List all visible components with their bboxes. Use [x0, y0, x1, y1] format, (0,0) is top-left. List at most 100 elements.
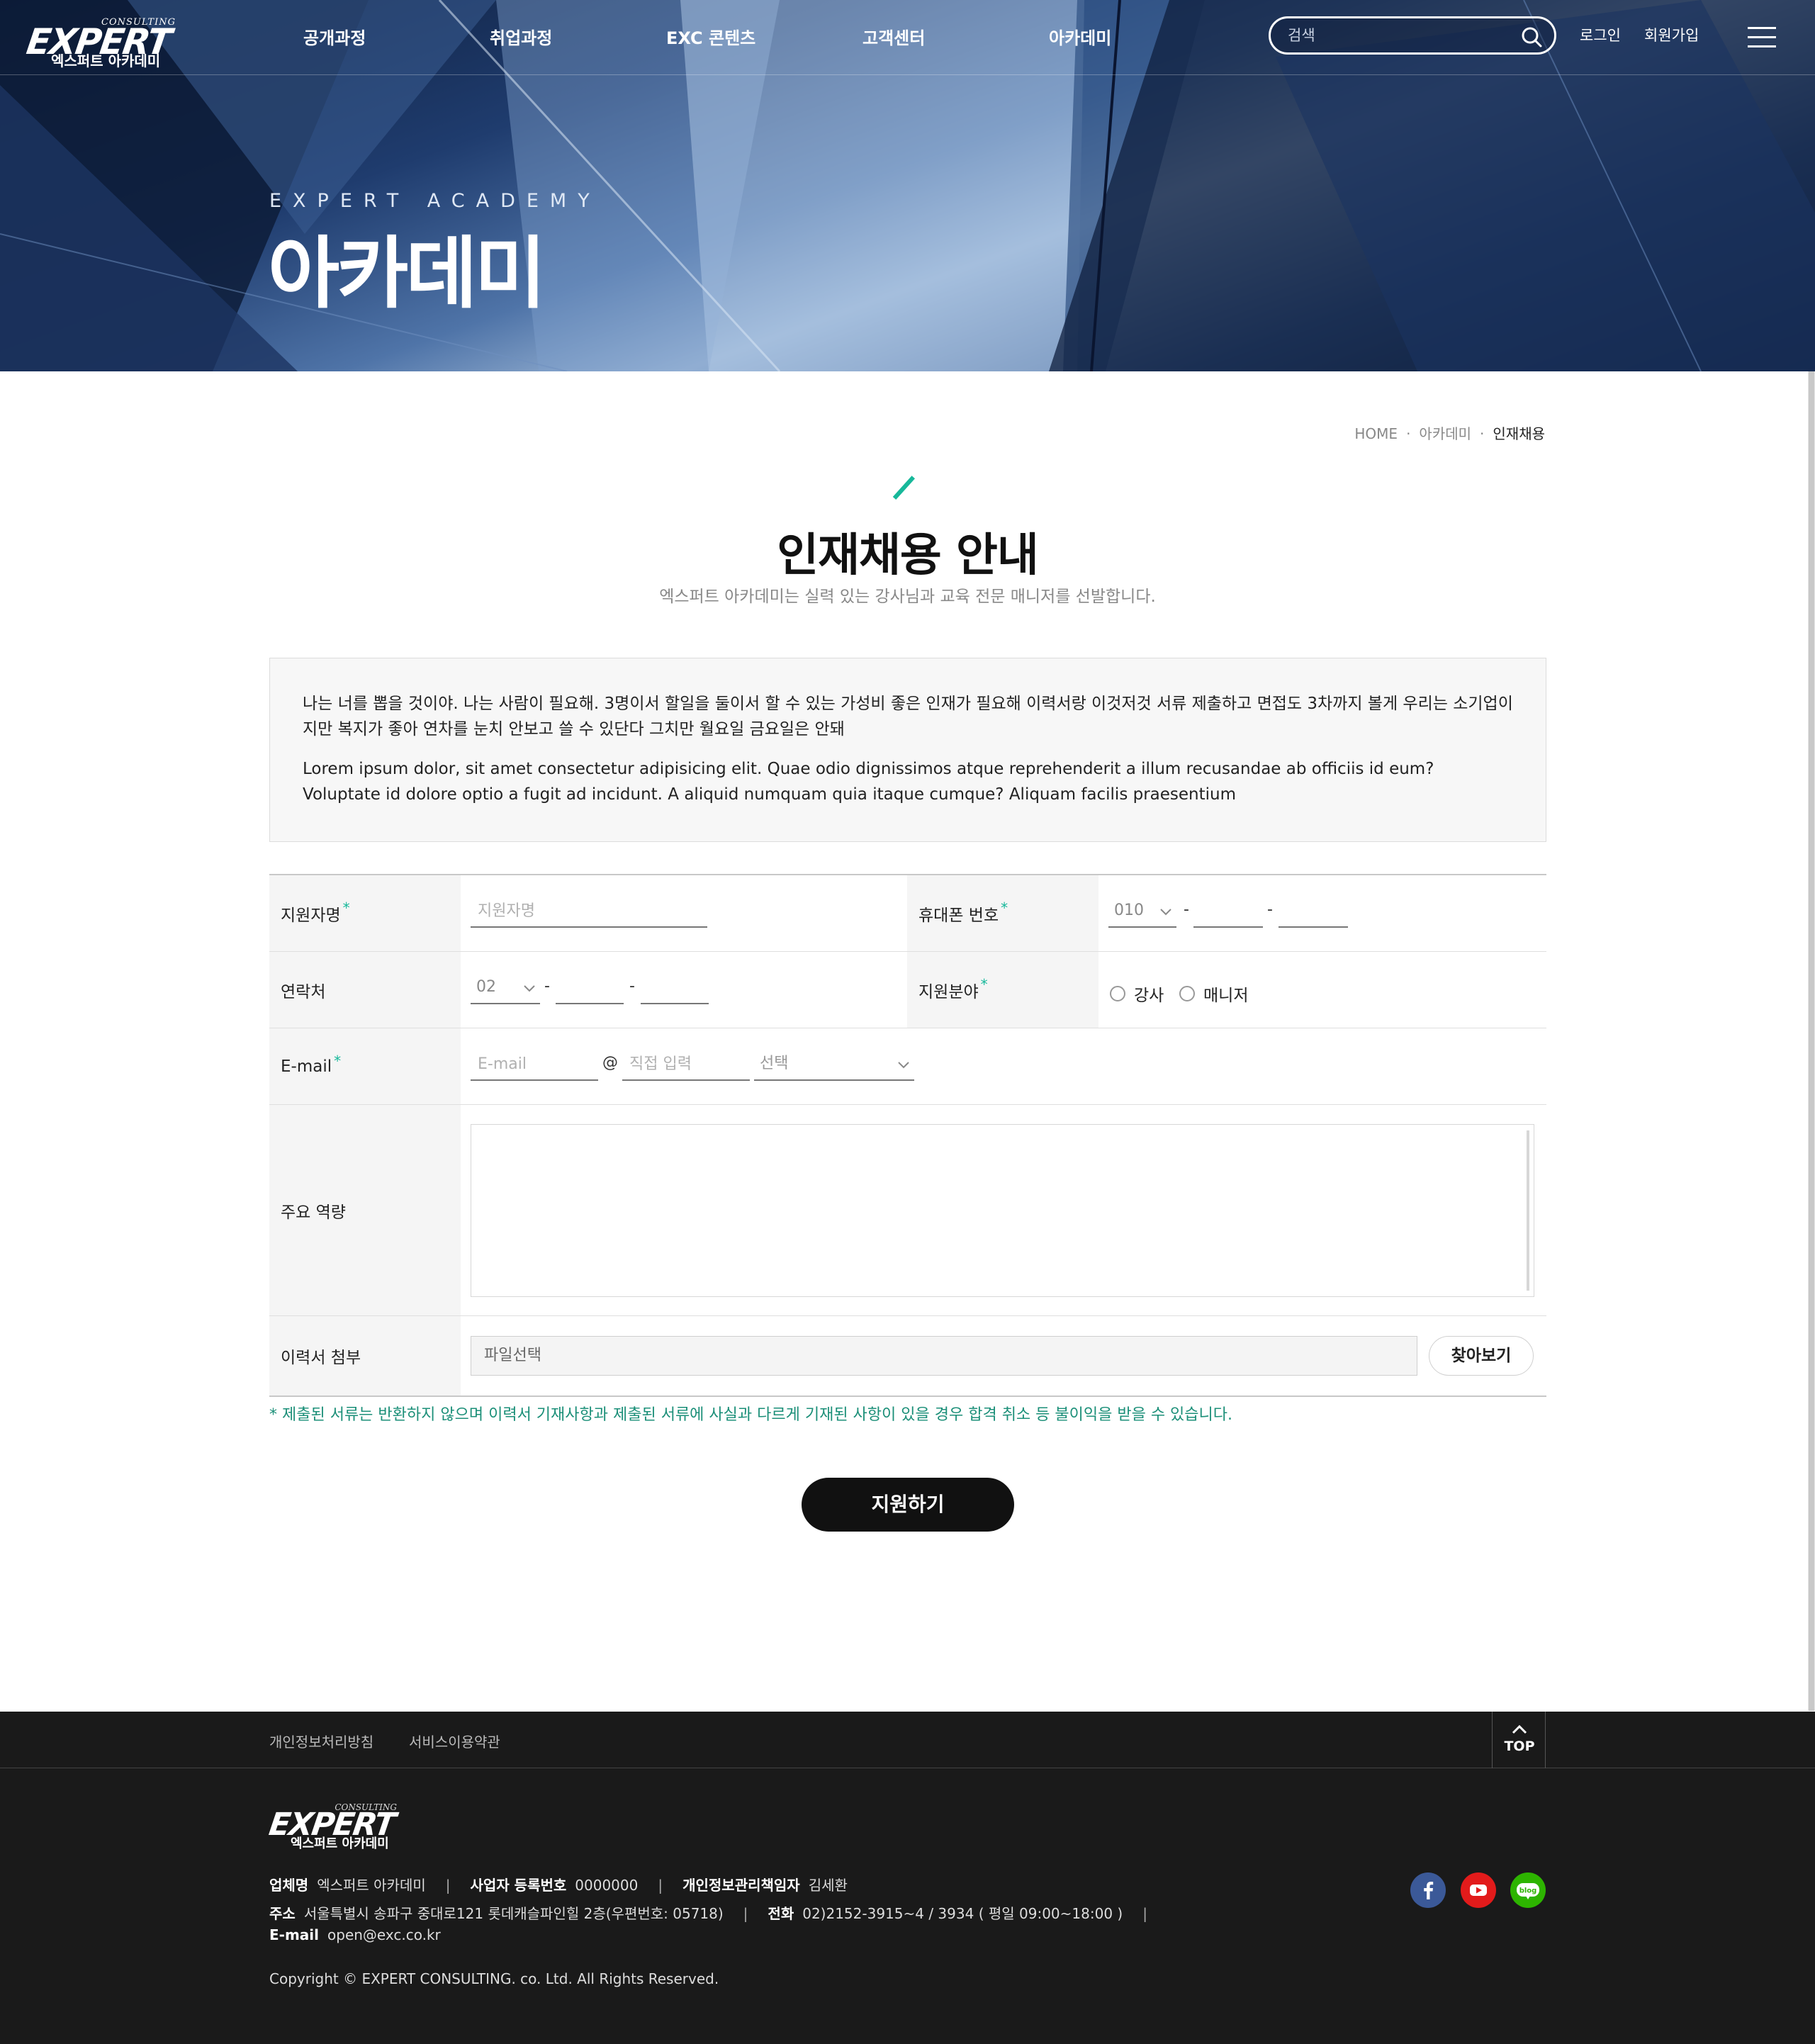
contact-label: 연락처: [269, 952, 461, 1028]
page-title: 인재채용 안내: [777, 529, 1039, 582]
skills-label: 주요 역량: [269, 1105, 461, 1315]
phone-prefix-select[interactable]: 010: [1108, 897, 1176, 928]
form-row-email: E-mail* @ 선택: [269, 1028, 1546, 1105]
title-accent-mark: [892, 476, 915, 500]
form-row-resume: 이력서 첨부 파일선택 찾아보기: [269, 1316, 1546, 1396]
phone-prefix-value: 010: [1114, 902, 1144, 919]
footer-links-bar: 개인정보처리방침 서비스이용약관 TOP: [0, 1712, 1815, 1768]
chevron-down-icon: [898, 1062, 909, 1069]
login-link[interactable]: 로그인: [1580, 24, 1621, 45]
footer-logo-korean: 엑스퍼트 아카데미: [291, 1836, 389, 1851]
name-field: [471, 897, 707, 928]
email-label-text: E-mail: [281, 1057, 332, 1076]
nav-customer-center[interactable]: 고객센터: [862, 24, 925, 49]
intro-paragraph-lorem: Lorem ipsum dolor, sit amet consectetur …: [303, 760, 1434, 804]
form-notice: * 제출된 서류는 반환하지 않으며 이력서 기재사항과 제출된 서류에 사실과…: [269, 1406, 1233, 1424]
hero-title: 아카데미: [268, 228, 546, 319]
skills-label-text: 주요 역량: [281, 1203, 346, 1222]
facebook-icon[interactable]: [1410, 1872, 1446, 1908]
email-id-input[interactable]: [471, 1050, 598, 1078]
required-mark: *: [1001, 899, 1008, 916]
chevron-down-icon: [524, 985, 535, 992]
breadcrumb-academy[interactable]: 아카데미: [1419, 425, 1471, 442]
radio-instructor[interactable]: 강사: [1110, 982, 1164, 1006]
page-root: CONSULTING EXPERT 엑스퍼트 아카데미 공개과정 취업과정 EX…: [0, 0, 1815, 2044]
phone-label: 휴대폰 번호 *: [907, 875, 1098, 951]
copyright: Copyright © EXPERT CONSULTING. co. Ltd. …: [269, 1970, 719, 1987]
phone-middle-input[interactable]: [1193, 897, 1263, 925]
privacy-officer-label: 개인정보관리책임자: [682, 1877, 800, 1894]
nav-job-course[interactable]: 취업과정: [490, 24, 552, 49]
phone-info-label: 전화: [768, 1905, 794, 1922]
email-domain-field: [622, 1050, 750, 1081]
email-domain-select[interactable]: 선택: [754, 1050, 914, 1081]
required-mark: *: [334, 1052, 342, 1069]
phone-info-value: 02)2152-3915~4 / 3934 ( 평일 09:00~18:00 ): [802, 1905, 1123, 1922]
signup-link[interactable]: 회원가입: [1644, 24, 1699, 45]
nav-exc-contents[interactable]: EXC 콘텐츠: [666, 24, 755, 49]
email-domain-select-value: 선택: [760, 1055, 789, 1072]
scroll-top-button[interactable]: TOP: [1492, 1712, 1546, 1768]
footer-email-info: E-mail open@exc.co.kr: [269, 1926, 441, 1943]
email-domain-input[interactable]: [622, 1050, 750, 1078]
footer-logo: CONSULTING EXPERT 엑스퍼트 아카데미: [266, 1801, 411, 1855]
radio-manager[interactable]: 매니저: [1179, 982, 1248, 1006]
youtube-icon[interactable]: [1461, 1872, 1496, 1908]
phone-middle-field: [1193, 897, 1263, 928]
contact-middle-input[interactable]: [556, 973, 624, 1001]
privacy-policy-link[interactable]: 개인정보처리방침: [269, 1731, 373, 1751]
radio-circle-icon: [1110, 986, 1125, 1001]
hero-banner: CONSULTING EXPERT 엑스퍼트 아카데미 공개과정 취업과정 EX…: [0, 0, 1815, 371]
logo-korean: 엑스퍼트 아카데미: [51, 52, 161, 69]
contact-last-field: [641, 973, 709, 1004]
nav-public-course[interactable]: 공개과정: [303, 24, 366, 49]
email-info-label: E-mail: [269, 1926, 320, 1943]
resume-file-field[interactable]: 파일선택: [471, 1336, 1417, 1376]
top-label: TOP: [1504, 1739, 1535, 1754]
form-row-contact-field: 연락처 02 - - 지원분야 * 강사 매니저: [269, 952, 1546, 1028]
breadcrumb-separator-icon: ·: [1406, 425, 1411, 442]
submit-application-button[interactable]: 지원하기: [802, 1478, 1014, 1532]
name-input[interactable]: [471, 897, 707, 925]
hamburger-menu-icon[interactable]: [1748, 27, 1776, 50]
contact-dash: -: [544, 977, 550, 995]
radio-manager-label: 매니저: [1203, 987, 1249, 1005]
privacy-officer-value: 김세환: [808, 1877, 848, 1894]
reg-value: 0000000: [575, 1877, 639, 1894]
intro-paragraph-korean: 나는 너를 뽑을 것이야. 나는 사람이 필요해. 3명이서 할일을 둘이서 할…: [303, 695, 1513, 739]
radio-instructor-label: 강사: [1134, 987, 1164, 1005]
chevron-down-icon: [1160, 909, 1171, 916]
skills-textarea[interactable]: [471, 1124, 1534, 1297]
phone-dash: -: [1267, 901, 1273, 919]
address-label: 주소: [269, 1905, 296, 1922]
company-label: 업체명: [269, 1877, 309, 1894]
site-header: CONSULTING EXPERT 엑스퍼트 아카데미 공개과정 취업과정 EX…: [0, 0, 1815, 75]
apply-field-label-text: 지원분야: [918, 982, 979, 1001]
name-label: 지원자명 *: [269, 875, 461, 951]
phone-label-text: 휴대폰 번호: [918, 906, 999, 925]
page-description: 엑스퍼트 아카데미는 실력 있는 강사님과 교육 전문 매니저를 선발합니다.: [659, 588, 1156, 606]
search-icon[interactable]: [1520, 26, 1543, 48]
required-mark: *: [980, 975, 988, 993]
breadcrumb-current: 인재채용: [1493, 425, 1545, 442]
email-id-field: [471, 1050, 598, 1081]
info-divider: |: [1142, 1905, 1147, 1922]
phone-last-input[interactable]: [1279, 897, 1348, 925]
intro-box: 나는 너를 뽑을 것이야. 나는 사람이 필요해. 3명이서 할일을 둘이서 할…: [269, 658, 1546, 842]
site-logo[interactable]: CONSULTING EXPERT 엑스퍼트 아카데미: [24, 10, 176, 69]
blog-icon[interactable]: blog: [1510, 1872, 1546, 1908]
application-form: 지원자명* 휴대폰 번호* 010 - - 연락처 02 - -: [269, 874, 1546, 1397]
resume-label-text: 이력서 첨부: [281, 1349, 361, 1367]
nav-academy[interactable]: 아카데미: [1049, 24, 1111, 49]
breadcrumb-home[interactable]: HOME: [1354, 425, 1398, 442]
contact-last-input[interactable]: [641, 973, 709, 1001]
contact-prefix-select[interactable]: 02: [471, 973, 540, 1004]
apply-field-label: 지원분야 *: [907, 952, 1098, 1028]
email-info-value: open@exc.co.kr: [327, 1926, 441, 1943]
textarea-scrollbar[interactable]: [1527, 1130, 1529, 1291]
browse-file-button[interactable]: 찾아보기: [1429, 1336, 1534, 1376]
terms-of-service-link[interactable]: 서비스이용약관: [409, 1731, 500, 1751]
search-input[interactable]: [1288, 24, 1500, 47]
phone-dash: -: [1184, 901, 1189, 919]
contact-middle-field: [556, 973, 624, 1004]
